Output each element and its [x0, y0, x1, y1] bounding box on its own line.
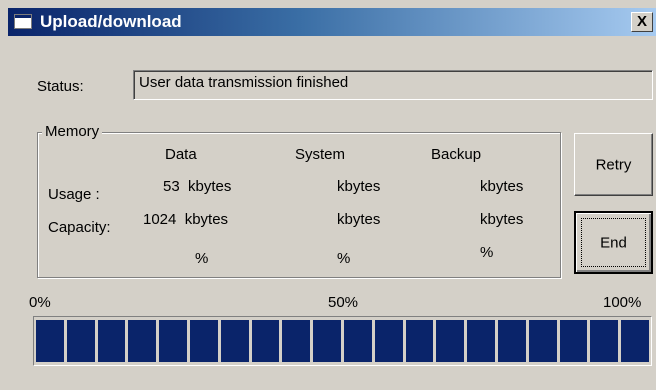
end-button[interactable]: End — [574, 211, 653, 274]
retry-button-label: Retry — [595, 156, 632, 173]
data-percent: % — [195, 250, 209, 267]
capacity-backup-value: kbytes — [480, 211, 524, 228]
usage-label: Usage : — [48, 186, 100, 203]
progress-segment — [590, 320, 619, 362]
progress-segment — [313, 320, 341, 362]
retry-button[interactable]: Retry — [574, 133, 653, 196]
status-field: User data transmission finished — [133, 70, 653, 100]
usage-backup-value: kbytes — [480, 178, 524, 195]
usage-system-value: kbytes — [337, 178, 381, 195]
progress-bar — [33, 316, 652, 366]
capacity-data-value: 1024 kbytes — [143, 211, 229, 228]
progress-segment — [621, 320, 649, 362]
progress-segment — [66, 320, 95, 362]
capacity-system-value: kbytes — [337, 211, 381, 228]
capacity-label: Capacity: — [48, 219, 111, 236]
status-label: Status: — [37, 78, 84, 95]
progress-segment — [97, 320, 126, 362]
progress-segment — [36, 320, 64, 362]
usage-data-value: 53 kbytes — [163, 178, 232, 195]
progress-segment — [436, 320, 465, 362]
backup-percent: % — [480, 244, 494, 261]
end-button-label: End — [600, 234, 627, 251]
progress-label-end: 100% — [603, 294, 642, 311]
progress-segment — [189, 320, 218, 362]
progress-segment — [282, 320, 311, 362]
progress-segment — [497, 320, 526, 362]
progress-segment — [251, 320, 280, 362]
progress-segment — [405, 320, 434, 362]
progress-segment — [467, 320, 495, 362]
progress-segment — [159, 320, 187, 362]
close-button[interactable]: X — [631, 12, 653, 32]
progress-segment — [559, 320, 588, 362]
progress-segment — [528, 320, 557, 362]
upload-download-dialog: Upload/download X Status: User data tran… — [0, 0, 656, 390]
title-bar[interactable]: Upload/download X — [8, 8, 656, 36]
progress-segment — [128, 320, 157, 362]
column-header-backup: Backup — [431, 146, 482, 163]
progress-segment — [220, 320, 249, 362]
progress-label-start: 0% — [29, 294, 51, 311]
memory-legend: Memory — [42, 123, 103, 140]
window-icon — [14, 14, 32, 29]
progress-fill — [36, 320, 649, 362]
column-header-data: Data — [165, 146, 197, 163]
window-title: Upload/download — [40, 12, 182, 31]
progress-label-mid: 50% — [328, 294, 359, 311]
progress-segment — [343, 320, 372, 362]
system-percent: % — [337, 250, 351, 267]
progress-segment — [374, 320, 403, 362]
column-header-system: System — [295, 146, 346, 163]
